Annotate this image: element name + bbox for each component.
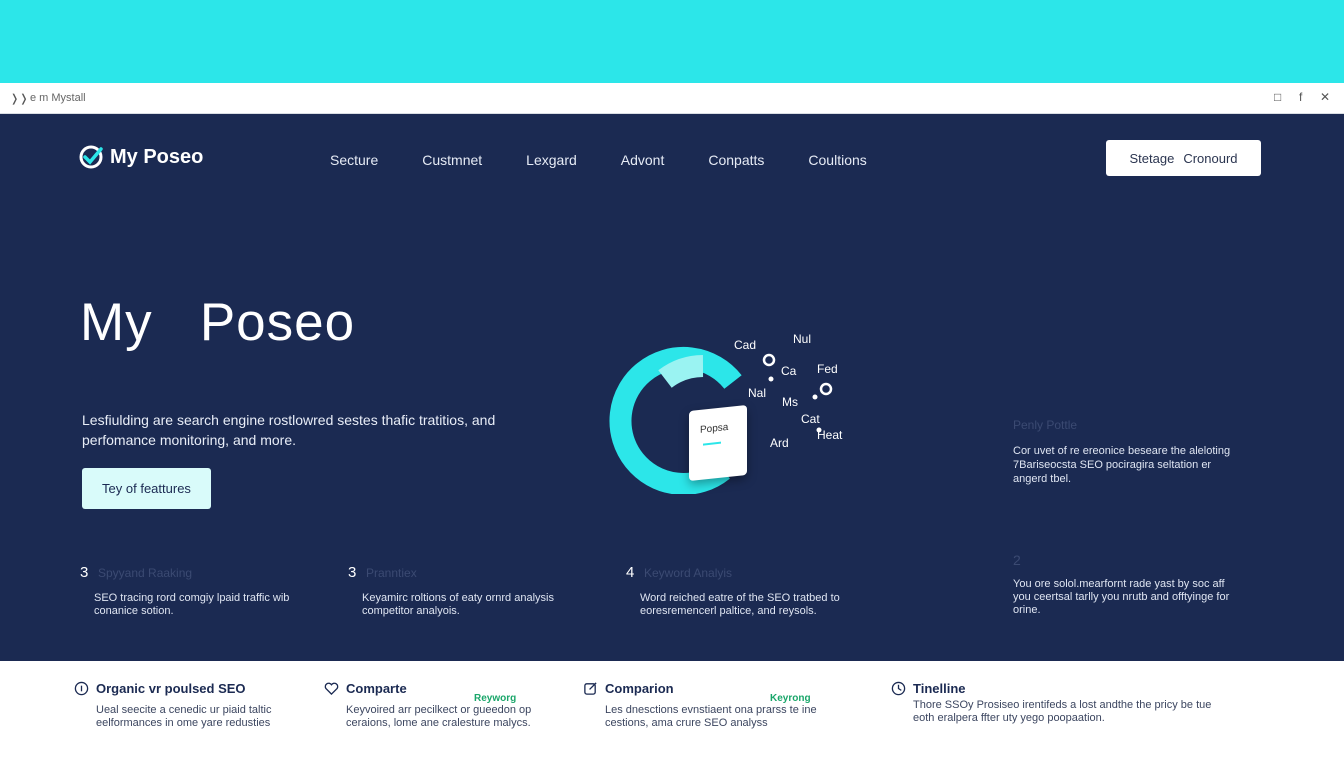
side-stat-block: 2 You ore solol.mearfornt rade yast by s…: [1013, 552, 1243, 617]
feature-strip: Organic vr poulsed SEO Ueal seecite a ce…: [0, 661, 1344, 768]
feature-badge: Reyworg: [474, 693, 517, 704]
feature-description: Ueal seecite a cenedic ur piaid taltic e…: [96, 704, 272, 729]
close-icon[interactable]: ✕: [1320, 90, 1330, 104]
point-label: Nal: [748, 386, 767, 400]
feature-title: Organic vr poulsed SEO: [96, 681, 246, 696]
feature-card: Tinelline Thore SSOy Prosiseo irentifeds…: [891, 681, 1231, 725]
point-label: Ard: [770, 436, 789, 450]
feature-title: Comparion: [605, 681, 674, 696]
main-nav: Secture Custmnet Lexgard Advont Conpatts…: [330, 152, 911, 168]
feature-description: Thore SSOy Prosiseo irentifeds a lost an…: [913, 699, 1212, 724]
nav-item-coultions[interactable]: Coultions: [808, 152, 866, 168]
stat-number: 3: [348, 564, 357, 581]
data-point: [762, 353, 776, 367]
floating-card-bar: [703, 441, 721, 446]
stat-number: 3: [80, 564, 89, 581]
main-content: My Poseo Secture Custmnet Lexgard Advont…: [0, 114, 1344, 661]
floating-card: Popsa: [689, 404, 747, 482]
window-title: e m Mystall: [30, 92, 86, 104]
point-label: Nul: [793, 332, 812, 346]
point-label: Cad: [734, 338, 757, 352]
feature-badge: Keyrong: [770, 693, 811, 704]
feature-card: Comparion Keyrong Les dnesctions evnstia…: [583, 681, 843, 730]
feature-title: Comparte: [346, 681, 407, 696]
top-accent-band: [0, 0, 1344, 83]
hero-illustration: Popsa Cad Nul Ca Fed Nal Ms Cat Ard Heat: [605, 324, 865, 494]
point-label: Ca: [781, 364, 797, 378]
feature-description: Keyvoired arr pecilkect or gueedon op ce…: [346, 704, 532, 729]
logo-check-icon: [79, 145, 103, 169]
point-label: Fed: [817, 362, 838, 376]
feature-card: Comparte Reyworg Keyvoired arr pecilkect…: [324, 681, 544, 730]
stat-title: Keyword Analyis: [644, 566, 733, 580]
stat-number: 4: [626, 564, 635, 581]
hero-description: Lesfiulding are search engine rostlowred…: [82, 412, 496, 448]
data-point: [819, 382, 833, 396]
features-cta-button[interactable]: Tey of feattures: [82, 468, 211, 509]
data-point: [768, 376, 774, 382]
stat-title: Spyyand Raaking: [98, 566, 193, 580]
floating-card-label: Popsa: [700, 421, 729, 436]
stat-description: Word reiched eatre of the SEO tratbed to…: [640, 592, 840, 617]
heart-icon: [324, 682, 339, 696]
side-panel-title: Penly Pottle: [1013, 418, 1078, 432]
header-button-right-label: Cronourd: [1183, 150, 1238, 166]
logo-text: My Poseo: [110, 145, 204, 168]
stat-description: SEO tracing rord comgiy lpaid traffic wi…: [94, 592, 290, 617]
stat-title: Pranntiex: [366, 566, 417, 580]
header-action-button[interactable]: Stetage Cronourd: [1106, 140, 1261, 176]
share-icon[interactable]: f: [1299, 90, 1302, 104]
window-titlebar: ❭❭ e m Mystall □ f ✕: [0, 83, 1344, 114]
point-label: Ms: [782, 395, 798, 409]
nav-item-conpatts[interactable]: Conpatts: [708, 152, 764, 168]
maximize-icon[interactable]: □: [1274, 90, 1281, 104]
side-stat-description: You ore solol.mearfornt rade yast by soc…: [1013, 578, 1230, 616]
edit-square-icon: [584, 682, 597, 695]
stat-description: Keyamirc roltions of eaty ornrd analysis…: [362, 592, 554, 617]
feature-card: Organic vr poulsed SEO Ueal seecite a ce…: [74, 681, 294, 730]
header-button-left-label: Stetage: [1129, 150, 1175, 166]
logo[interactable]: My Poseo: [78, 144, 203, 170]
info-circle-icon: [74, 681, 89, 696]
nav-item-custmnet[interactable]: Custmnet: [422, 152, 482, 168]
hero-title: My Poseo: [80, 293, 356, 352]
nav-item-advont[interactable]: Advont: [621, 152, 665, 168]
point-label: Heat: [817, 428, 843, 442]
side-stat-number: 2: [1013, 552, 1021, 568]
point-label: Cat: [801, 412, 820, 426]
data-point: [812, 394, 818, 400]
feature-description: Les dnesctions evnstiaent ona prarss te …: [605, 704, 817, 729]
feature-title: Tinelline: [913, 681, 966, 696]
app-icon: ❭❭: [10, 93, 29, 105]
side-panel-description: Cor uvet of re ereonice beseare the alel…: [1013, 445, 1231, 485]
nav-item-secture[interactable]: Secture: [330, 152, 378, 168]
nav-item-lexgard[interactable]: Lexgard: [526, 152, 577, 168]
clock-icon: [891, 681, 906, 696]
